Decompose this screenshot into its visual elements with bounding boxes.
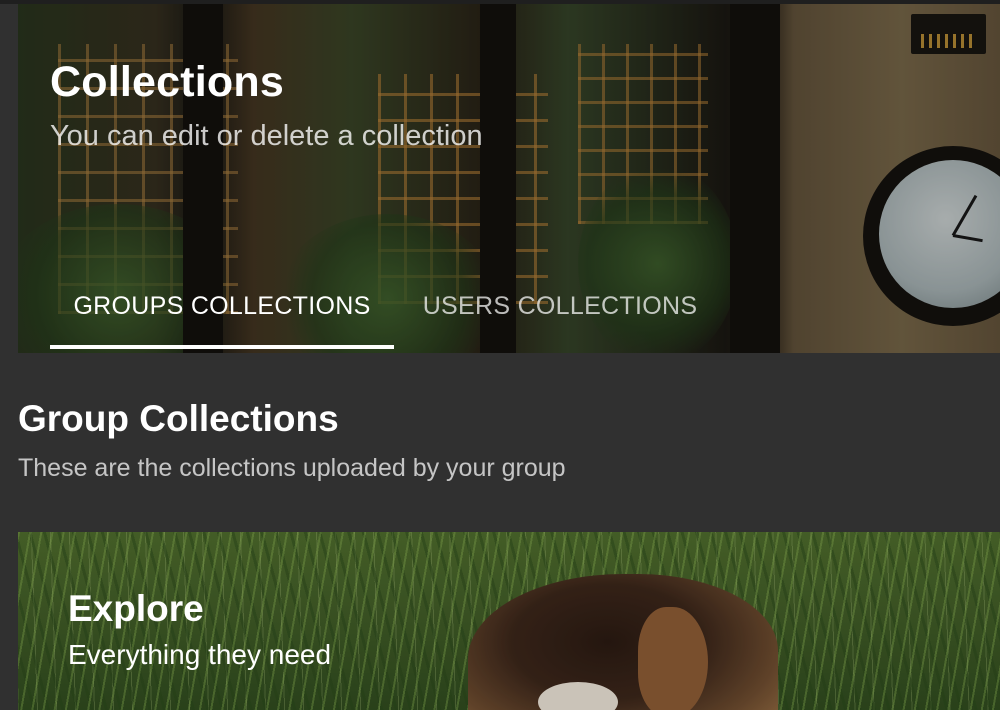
tab-groups-collections[interactable]: GROUPS COLLECTIONS <box>50 270 394 342</box>
active-tab-indicator <box>50 345 394 349</box>
section-title: Group Collections <box>18 398 339 439</box>
page-title: Collections <box>50 58 284 106</box>
section-subtitle: These are the collections uploaded by yo… <box>18 454 566 482</box>
collection-subtitle: Everything they need <box>68 639 332 670</box>
collections-page: Collections You can edit or delete a col… <box>0 0 1000 710</box>
collection-title: Explore <box>68 588 204 629</box>
collections-tabs: GROUPS COLLECTIONS USERS COLLECTIONS <box>50 270 726 350</box>
tab-users-collections[interactable]: USERS COLLECTIONS <box>394 270 726 342</box>
page-subtitle: You can edit or delete a collection <box>50 120 483 152</box>
collection-card-explore[interactable]: Explore Everything they need <box>18 532 1000 710</box>
